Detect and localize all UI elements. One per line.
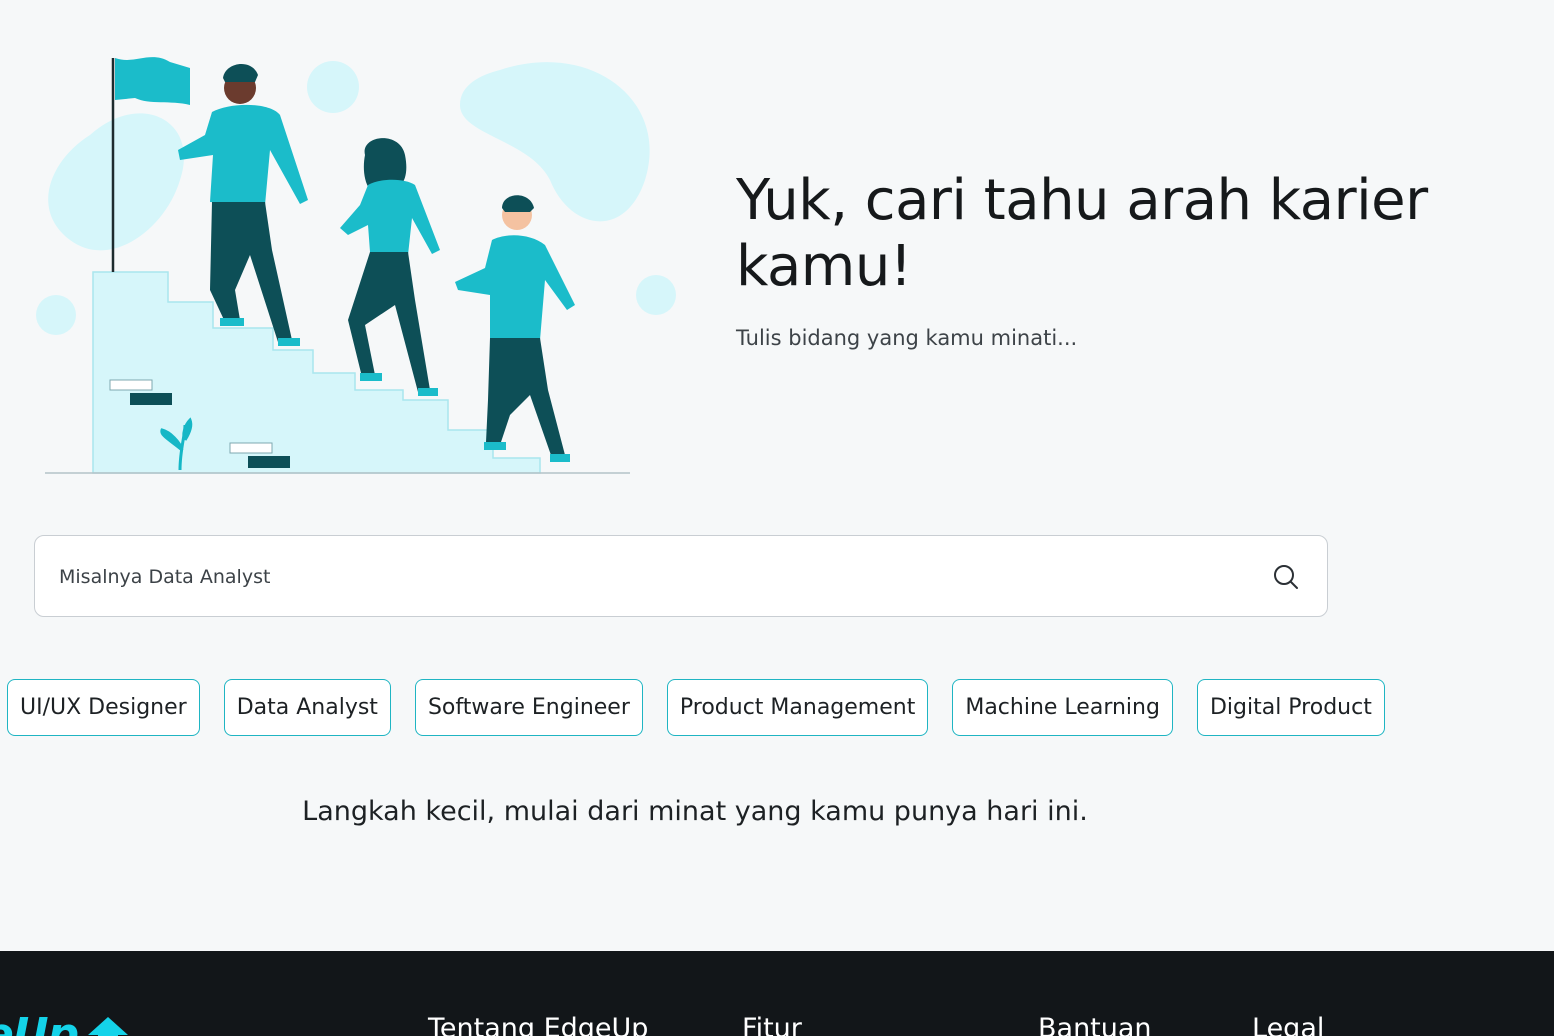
footer-link-bantuan[interactable]: Bantuan (1038, 1013, 1152, 1036)
person-shirt (455, 235, 575, 340)
footer-logo[interactable]: eUp (0, 1009, 79, 1036)
background-dot (307, 61, 359, 113)
chip-digital-product[interactable]: Digital Product (1196, 679, 1385, 736)
chip-product-management[interactable]: Product Management (666, 679, 929, 736)
person-shoe (484, 442, 506, 450)
background-blob-left (48, 113, 184, 251)
footer: eUp Tentang EdgeUp Fitur Bantuan Legal (0, 951, 1554, 1036)
background-dot (636, 275, 676, 315)
search-icon[interactable] (1271, 562, 1301, 592)
chip-ui-ux-designer[interactable]: UI/UX Designer (7, 679, 200, 736)
step-block-dark (130, 393, 172, 405)
hero-title: Yuk, cari tahu arah karier kamu! (736, 168, 1428, 299)
search-input[interactable] (57, 536, 1241, 618)
background-dot (36, 295, 76, 335)
footer-link-legal[interactable]: Legal (1252, 1013, 1324, 1036)
person-shoe (220, 318, 244, 326)
staircase (92, 271, 541, 474)
person-hair (223, 63, 258, 82)
suggestion-chips: UI/UX Designer Data Analyst Software Eng… (7, 679, 1385, 736)
step-block (109, 379, 153, 391)
flag (115, 57, 190, 105)
footer-link-tentang[interactable]: Tentang EdgeUp (428, 1013, 648, 1036)
person-shoe (418, 388, 438, 396)
hero-illustration (36, 57, 676, 474)
logo-arrow-icon (88, 1017, 128, 1036)
person-shirt (178, 104, 308, 205)
step-block-dark (248, 456, 290, 468)
hero-subtitle: Tulis bidang yang kamu minati... (736, 326, 1078, 350)
person-pants (348, 252, 430, 392)
chip-machine-learning[interactable]: Machine Learning (952, 679, 1173, 736)
chip-data-analyst[interactable]: Data Analyst (223, 679, 391, 736)
step-block (229, 442, 273, 454)
footer-link-fitur[interactable]: Fitur (742, 1013, 802, 1036)
chip-software-engineer[interactable]: Software Engineer (414, 679, 643, 736)
person-pants (486, 338, 565, 458)
person-shirt (340, 179, 440, 255)
person-hair (502, 195, 534, 212)
search-box (34, 535, 1328, 618)
person-shoe (360, 373, 382, 381)
person-shoe (550, 454, 570, 462)
background-blob-right (460, 62, 650, 222)
person-shoe (278, 338, 300, 346)
tagline: Langkah kecil, mulai dari minat yang kam… (302, 796, 1088, 827)
